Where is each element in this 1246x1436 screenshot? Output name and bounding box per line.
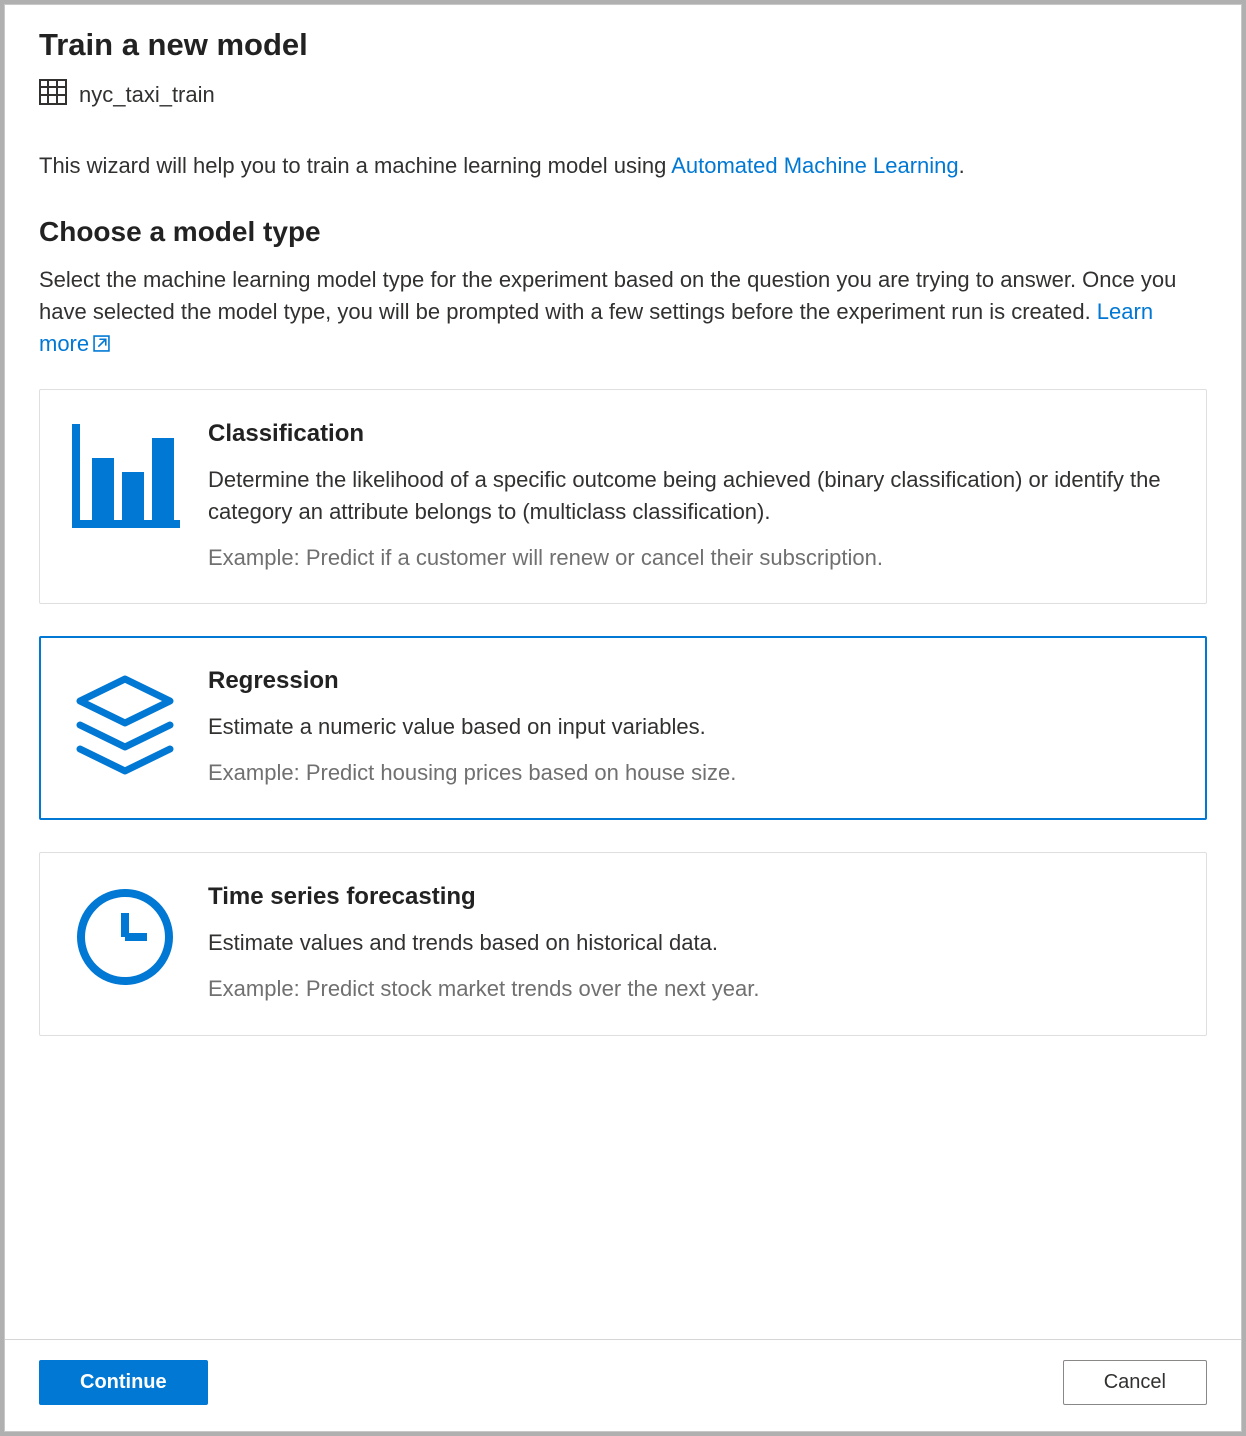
table-icon bbox=[39, 79, 67, 110]
wizard-panel: Train a new model nyc_taxi_train This wi… bbox=[4, 4, 1242, 1432]
automated-ml-link[interactable]: Automated Machine Learning bbox=[671, 153, 958, 178]
bar-chart-icon bbox=[70, 420, 180, 574]
dataset-name: nyc_taxi_train bbox=[79, 82, 215, 108]
model-type-cards: Classification Determine the likelihood … bbox=[39, 389, 1207, 1036]
card-description: Determine the likelihood of a specific o… bbox=[208, 464, 1172, 528]
intro-prefix: This wizard will help you to train a mac… bbox=[39, 153, 671, 178]
cancel-button[interactable]: Cancel bbox=[1063, 1360, 1207, 1405]
card-example: Example: Predict if a customer will rene… bbox=[208, 542, 1172, 574]
section-description: Select the machine learning model type f… bbox=[39, 264, 1207, 361]
card-title: Regression bbox=[208, 667, 1172, 695]
card-description: Estimate values and trends based on hist… bbox=[208, 927, 1172, 959]
wizard-footer: Continue Cancel bbox=[5, 1339, 1241, 1431]
page-title: Train a new model bbox=[39, 27, 1207, 63]
clock-icon bbox=[70, 883, 180, 1005]
card-title: Time series forecasting bbox=[208, 883, 1172, 911]
card-timeseries[interactable]: Time series forecasting Estimate values … bbox=[39, 852, 1207, 1036]
intro-text: This wizard will help you to train a mac… bbox=[39, 150, 1207, 182]
card-example: Example: Predict housing prices based on… bbox=[208, 757, 1172, 789]
section-desc-text: Select the machine learning model type f… bbox=[39, 267, 1176, 324]
card-classification[interactable]: Classification Determine the likelihood … bbox=[39, 389, 1207, 605]
intro-suffix: . bbox=[959, 153, 965, 178]
card-description: Estimate a numeric value based on input … bbox=[208, 711, 1172, 743]
layers-icon bbox=[70, 667, 180, 789]
card-body: Time series forecasting Estimate values … bbox=[208, 883, 1172, 1005]
card-body: Regression Estimate a numeric value base… bbox=[208, 667, 1172, 789]
external-link-icon bbox=[93, 329, 110, 361]
continue-button[interactable]: Continue bbox=[39, 1360, 208, 1405]
card-example: Example: Predict stock market trends ove… bbox=[208, 973, 1172, 1005]
wizard-content: Train a new model nyc_taxi_train This wi… bbox=[5, 5, 1241, 1339]
dataset-row: nyc_taxi_train bbox=[39, 79, 1207, 110]
card-title: Classification bbox=[208, 420, 1172, 448]
section-heading: Choose a model type bbox=[39, 216, 1207, 248]
card-regression[interactable]: Regression Estimate a numeric value base… bbox=[39, 636, 1207, 820]
card-body: Classification Determine the likelihood … bbox=[208, 420, 1172, 574]
